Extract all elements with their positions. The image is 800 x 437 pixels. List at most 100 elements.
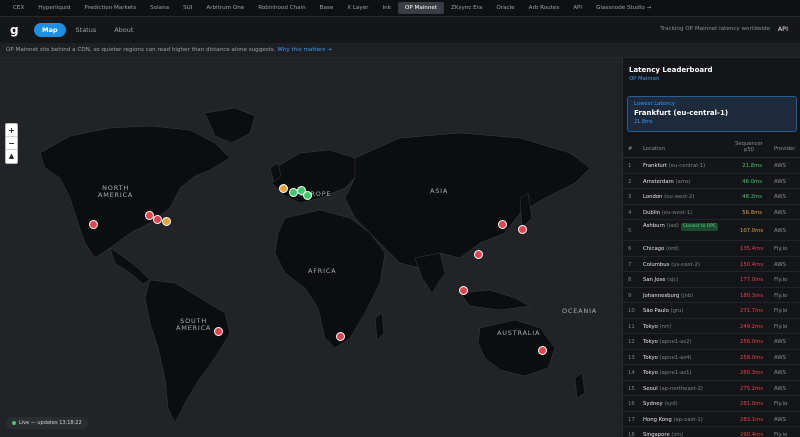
- row-location-name: Hong Kong: [643, 416, 672, 423]
- marker-tokyo[interactable]: [518, 225, 527, 234]
- row-latency: 256.0ms: [740, 339, 764, 345]
- row-latency: 46.0ms: [742, 178, 762, 185]
- world-map-shapes: [39, 107, 591, 424]
- row-location-name: Tokyo: [643, 354, 658, 361]
- row-location: Amsterdam (ams): [643, 179, 691, 185]
- leaderboard-row[interactable]: 10 São Paulo (gru) 271.7ms Fly.io: [623, 303, 800, 319]
- row-provider: Fly.io: [774, 292, 788, 299]
- leaderboard-row[interactable]: 12 Tokyo (apne1-az2) 256.0ms AWS: [623, 334, 800, 350]
- zoom-out-button[interactable]: −: [6, 137, 17, 150]
- leaderboard-row[interactable]: 16 Sydney (syd) 281.0ms Fly.io: [623, 396, 800, 412]
- live-dot-icon: [12, 420, 16, 425]
- row-location-code: (eu-west-2): [664, 194, 695, 200]
- row-latency: 48.2ms: [742, 194, 762, 200]
- row-location-code: (apne1-az2): [659, 339, 692, 345]
- leaderboard-row[interactable]: 18 Singapore (sin) 290.4ms Fly.io: [623, 427, 800, 437]
- row-location-code: (sjc): [667, 277, 679, 283]
- nav-status[interactable]: Status: [68, 23, 105, 37]
- row-location-name: Seoul: [643, 385, 658, 392]
- marker-seoul[interactable]: [498, 220, 507, 229]
- row-location-code: (nrt): [659, 323, 672, 330]
- leaderboard-row[interactable]: 3 London (eu-west-2) 48.2ms AWS: [623, 189, 800, 205]
- tab-oracle[interactable]: Oracle: [489, 2, 521, 14]
- cdn-notice: OP Mainnet sits behind a CDN, so quieter…: [0, 43, 800, 58]
- row-location-name: Sydney: [643, 401, 663, 407]
- leaderboard-row[interactable]: 11 Tokyo (nrt) 249.2ms Fly.io: [623, 319, 800, 334]
- row-provider: AWS: [774, 354, 786, 361]
- row-location-name: Columbus: [643, 261, 670, 268]
- tab-x-layer[interactable]: X Layer: [340, 2, 375, 14]
- leaderboard-row[interactable]: 4 Dublin (eu-west-1) 56.8ms AWS: [623, 205, 800, 220]
- row-rank: 7: [628, 261, 632, 268]
- tab-op-mainnet[interactable]: OP Mainnet: [397, 2, 445, 14]
- leaderboard-row[interactable]: 6 Chicago (ord) 135.4ms Fly.io: [623, 241, 800, 257]
- tab-arbitrum-one[interactable]: Arbitrum One: [199, 2, 251, 14]
- logo[interactable]: g: [10, 23, 22, 37]
- row-rank: 1: [628, 163, 632, 169]
- why-this-matters-link[interactable]: Why this matters →: [277, 47, 332, 53]
- marker-columbus[interactable]: [153, 215, 162, 224]
- tab-robinhood-chain[interactable]: Robinhood Chain: [251, 2, 312, 14]
- api-link[interactable]: API: [778, 25, 788, 33]
- row-rank: 8: [628, 277, 632, 283]
- leaderboard-row[interactable]: 1 Frankfurt (eu-central-1) 21.8ms AWS: [623, 158, 800, 174]
- row-location-code: (apne1-az1): [659, 370, 692, 376]
- row-location-code: (ap-east-1): [673, 416, 703, 423]
- row-latency: 290.4ms: [740, 432, 764, 437]
- row-latency: 271.7ms: [740, 308, 764, 314]
- tab-solana[interactable]: Solana: [143, 2, 176, 14]
- row-location-name: Dublin: [643, 209, 661, 216]
- row-location-name: São Paulo: [643, 308, 669, 314]
- world-map[interactable]: NORTH AMERICA EUROPE ASIA AFRICA SOUTH A…: [0, 58, 622, 437]
- marker-san-jose[interactable]: [89, 220, 98, 229]
- row-location-name: Frankfurt: [643, 163, 667, 169]
- row-location-name: Singapore: [643, 432, 670, 437]
- row-provider: AWS: [774, 209, 786, 216]
- product-tab-bar: CEX Hyperliquid Prediction Markets Solan…: [0, 0, 800, 17]
- row-location: Chicago (ord): [643, 246, 679, 252]
- tab-zksync-era[interactable]: ZKsync Era: [444, 2, 489, 14]
- marker-singapore[interactable]: [459, 286, 468, 295]
- row-latency: 180.3ms: [740, 292, 764, 299]
- tab-base[interactable]: Base: [313, 2, 341, 14]
- row-provider: Fly.io: [774, 401, 788, 407]
- nav-map[interactable]: Map: [34, 23, 66, 37]
- leaderboard-row[interactable]: 2 Amsterdam (ams) 46.0ms AWS: [623, 174, 800, 189]
- lowest-latency-label: Lowest Latency: [634, 101, 676, 107]
- marker-frankfurt[interactable]: [303, 191, 312, 200]
- leaderboard-title: Latency Leaderboard: [629, 66, 713, 74]
- marker-johannesburg[interactable]: [336, 332, 345, 341]
- marker-dublin[interactable]: [279, 184, 288, 193]
- leaderboard-row[interactable]: 13 Tokyo (apne1-az4) 258.0ms AWS: [623, 350, 800, 365]
- leaderboard-row[interactable]: 17 Hong Kong (ap-east-1) 283.1ms AWS: [623, 412, 800, 427]
- leaderboard-row[interactable]: 8 San Jose (sjc) 177.0ms Fly.io: [623, 272, 800, 288]
- label-south-america: SOUTH AMERICA: [176, 317, 212, 332]
- row-rank: 6: [628, 246, 632, 252]
- leaderboard-row[interactable]: 9 Johannesburg (jnb) 180.3ms Fly.io: [623, 288, 800, 303]
- nav-about[interactable]: About: [106, 23, 141, 37]
- leaderboard-row[interactable]: 5 Ashburn (iad) Closest to RPC 107.0ms AWS: [623, 220, 800, 241]
- tab-arb-routes[interactable]: Arb Routes: [522, 2, 567, 14]
- row-location: Seoul (ap-northeast-2): [643, 386, 703, 392]
- lowest-latency-card: Lowest Latency Frankfurt (eu-central-1) …: [627, 96, 797, 132]
- zoom-in-button[interactable]: +: [6, 124, 17, 137]
- leaderboard-row[interactable]: 15 Seoul (ap-northeast-2) 275.2ms AWS: [623, 381, 800, 396]
- tab-prediction-markets[interactable]: Prediction Markets: [77, 2, 143, 14]
- marker-sao-paulo[interactable]: [214, 327, 223, 336]
- tab-sui[interactable]: SUI: [176, 2, 199, 14]
- tab-glassnode-studio[interactable]: Glassnode Studio →: [589, 2, 658, 14]
- leaderboard-row[interactable]: 14 Tokyo (apne1-az1) 260.3ms AWS: [623, 365, 800, 381]
- reset-north-icon[interactable]: ▲: [6, 150, 17, 163]
- tab-ink[interactable]: Ink: [376, 2, 398, 14]
- marker-ashburn[interactable]: [162, 217, 171, 226]
- tab-hyperliquid[interactable]: Hyperliquid: [31, 2, 77, 14]
- leaderboard-row[interactable]: 7 Columbus (us-east-2) 150.4ms AWS: [623, 257, 800, 272]
- tab-api[interactable]: API: [566, 2, 589, 14]
- row-location: London (eu-west-2): [643, 194, 694, 200]
- row-location-code: (jnb): [681, 292, 694, 299]
- tab-cex[interactable]: CEX: [6, 2, 31, 14]
- marker-hong-kong[interactable]: [474, 250, 483, 259]
- marker-sydney[interactable]: [538, 346, 547, 355]
- row-location-code: (apne1-az4): [659, 354, 692, 361]
- label-oceania: OCEANIA: [562, 307, 598, 315]
